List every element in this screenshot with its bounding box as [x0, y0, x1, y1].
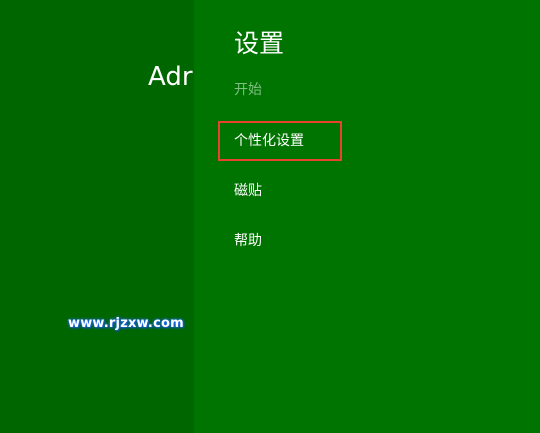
menu-item-start: 开始	[234, 82, 262, 98]
menu-item-tiles[interactable]: 磁贴	[218, 171, 342, 211]
user-name[interactable]: Adr	[148, 60, 193, 94]
pane-title: 设置	[234, 29, 285, 58]
start-screen: Adr www.rjzxw.com	[0, 0, 194, 433]
settings-pane: 设置 开始 个性化设置 磁贴 帮助	[194, 0, 540, 433]
menu-item-personalize[interactable]: 个性化设置	[218, 121, 342, 161]
menu-item-help[interactable]: 帮助	[218, 221, 342, 261]
watermark: www.rjzxw.com	[68, 316, 184, 331]
